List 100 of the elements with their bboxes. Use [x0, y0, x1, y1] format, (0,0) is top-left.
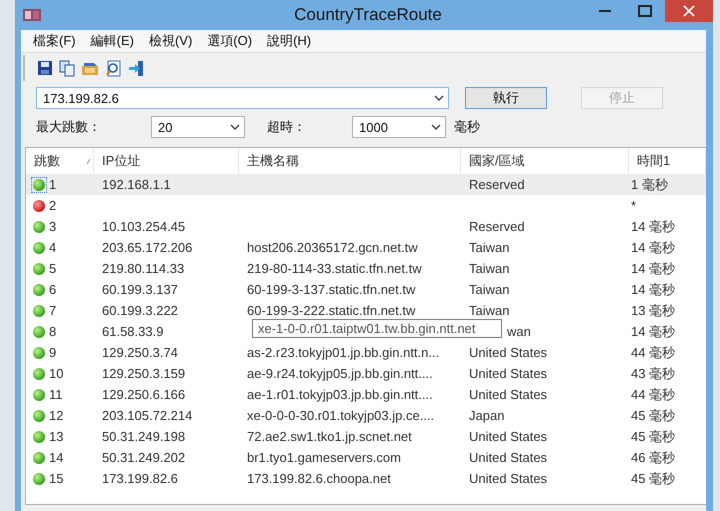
table-cell: 1	[49, 177, 56, 192]
route-row[interactable]: 10 129.250.3.159 ae-9.r24.tokyjp05.jp.bb.gin.ntt.... United States 43 毫秒	[26, 363, 706, 384]
app-icon	[23, 9, 41, 21]
window-title: CountryTraceRoute	[293, 5, 443, 25]
sort-icon	[86, 158, 91, 164]
table-cell: wan	[507, 324, 531, 339]
timeout-dropdown[interactable]: 1000	[352, 116, 446, 138]
table-cell: Reserved	[469, 177, 525, 192]
table-cell: United States	[469, 366, 548, 381]
table-cell: 129.250.3.74	[102, 345, 178, 360]
table-cell: Taiwan	[469, 240, 510, 255]
table-cell: as-2.r23.tokyjp01.jp.bb.gin.ntt.n...	[247, 345, 440, 360]
max-hops-label: 最大跳數：	[36, 118, 101, 136]
table-cell: 44 毫秒	[631, 386, 676, 404]
table-cell: 10	[49, 366, 64, 381]
table-cell: 7	[49, 303, 56, 318]
search-icon[interactable]	[105, 60, 122, 76]
table-cell: ae-9.r24.tokyjp05.jp.bb.gin.ntt....	[247, 366, 433, 381]
tooltip: xe-1-0-0.r01.taiptw01.tw.bb.gin.ntt.net	[252, 319, 502, 338]
table-cell: 61.58.33.9	[102, 324, 164, 339]
route-row[interactable]: 3 10.103.254.45 Reserved 14 毫秒	[26, 216, 706, 237]
table-cell: 219.80.114.33	[102, 261, 184, 276]
table-cell: 14 毫秒	[631, 280, 676, 298]
table-cell: 129.250.3.159	[102, 366, 186, 381]
table-cell: Taiwan	[469, 261, 510, 276]
table-cell: 192.168.1.1	[102, 177, 171, 192]
table-cell: 6	[49, 282, 56, 297]
timeout-label: 超時：	[267, 118, 306, 136]
table-cell: xe-0-0-0-30.r01.tokyjp03.jp.ce....	[247, 408, 434, 423]
minimize-icon	[599, 10, 611, 12]
route-row[interactable]: 4 203.65.172.206 host206.20365172.gcn.net.tw Taiwan 14 毫秒	[26, 237, 706, 258]
table-cell: Reserved	[469, 219, 525, 234]
table-cell: Taiwan	[469, 303, 510, 318]
table-cell: 11	[49, 387, 62, 402]
table-cell: 4	[49, 240, 56, 255]
menu-item[interactable]: 編輯(E)	[84, 32, 143, 50]
max-hops-dropdown[interactable]: 20	[151, 116, 245, 138]
table-cell: 3	[49, 219, 56, 234]
table-cell: 45 毫秒	[631, 428, 676, 446]
table-cell: 45 毫秒	[631, 406, 676, 424]
table-cell: Japan	[469, 408, 504, 423]
table-cell: 15	[49, 471, 64, 486]
table-cell: 45 毫秒	[631, 470, 676, 488]
table-cell: 5	[49, 261, 56, 276]
table-cell: 60-199-3-137.static.tfn.net.tw	[247, 282, 416, 297]
table-cell: 60.199.3.137	[102, 282, 178, 297]
route-row[interactable]: 2 *	[26, 195, 706, 216]
table-cell: 60.199.3.222	[102, 303, 178, 318]
table-cell: ae-1.r01.tokyjp03.jp.bb.gin.ntt....	[247, 387, 433, 402]
table-cell: 43 毫秒	[631, 364, 676, 382]
route-row[interactable]: 11 129.250.6.166 ae-1.r01.tokyjp03.jp.bb.gin.ntt.... United States 44 毫秒	[26, 384, 706, 405]
route-row[interactable]: 12 203.105.72.214 xe-0-0-0-30.r01.tokyjp03.jp.ce.... Japan 45 毫秒	[26, 405, 706, 426]
table-cell: 10.103.254.45	[102, 219, 186, 234]
table-cell: 219-80-114-33.static.tfn.net.tw	[247, 261, 422, 276]
table-cell: host206.20365172.gcn.net.tw	[247, 240, 418, 255]
run-button[interactable]: 執行	[465, 87, 547, 109]
table-cell: United States	[469, 429, 548, 444]
route-row[interactable]: 9 129.250.3.74 as-2.r23.tokyjp01.jp.bb.gin.ntt.n... United States 44 毫秒	[26, 342, 706, 363]
folder-icon[interactable]	[81, 60, 99, 76]
table-cell: 46 毫秒	[631, 448, 676, 466]
table-cell: 14	[49, 450, 64, 465]
route-row[interactable]: 15 173.199.82.6 173.199.82.6.choopa.net United States 45 毫秒	[26, 468, 706, 489]
table-cell: 9	[49, 345, 56, 360]
route-row[interactable]: 6 60.199.3.137 60-199-3-137.static.tfn.net.tw Taiwan 14 毫秒	[26, 279, 706, 300]
table-cell: 50.31.249.198	[102, 429, 186, 444]
menu-item[interactable]: 檢視(V)	[142, 32, 202, 50]
maximize-icon	[638, 5, 652, 17]
exit-icon[interactable]	[128, 60, 146, 76]
table-cell: *	[631, 198, 636, 213]
table-cell: 12	[49, 408, 64, 423]
table-cell: 8	[49, 324, 56, 339]
caret-icon	[230, 124, 240, 130]
route-row[interactable]: 14 50.31.249.202 br1.tyo1.gameservers.com United States 46 毫秒	[26, 447, 706, 468]
route-row[interactable]: 1 192.168.1.1 Reserved 1 毫秒	[26, 174, 706, 195]
unit-label: 毫秒	[454, 118, 480, 136]
table-cell: 14 毫秒	[631, 260, 676, 278]
route-row[interactable]: 7 60.199.3.222 60-199-3-222.static.tfn.net.tw Taiwan 13 毫秒	[26, 300, 706, 321]
route-row[interactable]: 13 50.31.249.198 72.ae2.sw1.tko1.jp.scnet.net United States 45 毫秒	[26, 426, 706, 447]
table-cell: 14 毫秒	[631, 322, 676, 340]
table-cell: 14 毫秒	[631, 238, 676, 256]
table-cell: 44 毫秒	[631, 344, 676, 362]
close-icon	[683, 5, 695, 17]
table-cell: br1.tyo1.gameservers.com	[247, 450, 401, 465]
table-cell: 173.199.82.6	[102, 471, 178, 486]
table-cell: 50.31.249.202	[102, 450, 186, 465]
table-cell: 203.65.172.206	[102, 240, 192, 255]
menu-item[interactable]: 選項(O)	[201, 32, 262, 50]
caret-icon	[434, 95, 444, 101]
menu-item[interactable]: 檔案(F)	[27, 32, 85, 50]
target-field[interactable]: 173.199.82.6	[36, 87, 449, 109]
route-row[interactable]: 5 219.80.114.33 219-80-114-33.static.tfn.net.tw Taiwan 14 毫秒	[26, 258, 706, 279]
menu-item[interactable]: 說明(H)	[261, 32, 320, 50]
save-icon[interactable]	[37, 60, 53, 76]
close-button[interactable]	[665, 0, 713, 22]
table-cell: United States	[469, 450, 548, 465]
table-cell: 129.250.6.166	[102, 387, 186, 402]
copy-icon[interactable]	[59, 60, 75, 76]
table-cell: 173.199.82.6.choopa.net	[247, 471, 391, 486]
table-cell: 2	[49, 198, 56, 213]
route-row[interactable]: 8 61.58.33.9 xe-1-0-0.r01.taiptw01.tw.bb.gin.ntt.net wan 14 毫秒	[26, 321, 706, 342]
